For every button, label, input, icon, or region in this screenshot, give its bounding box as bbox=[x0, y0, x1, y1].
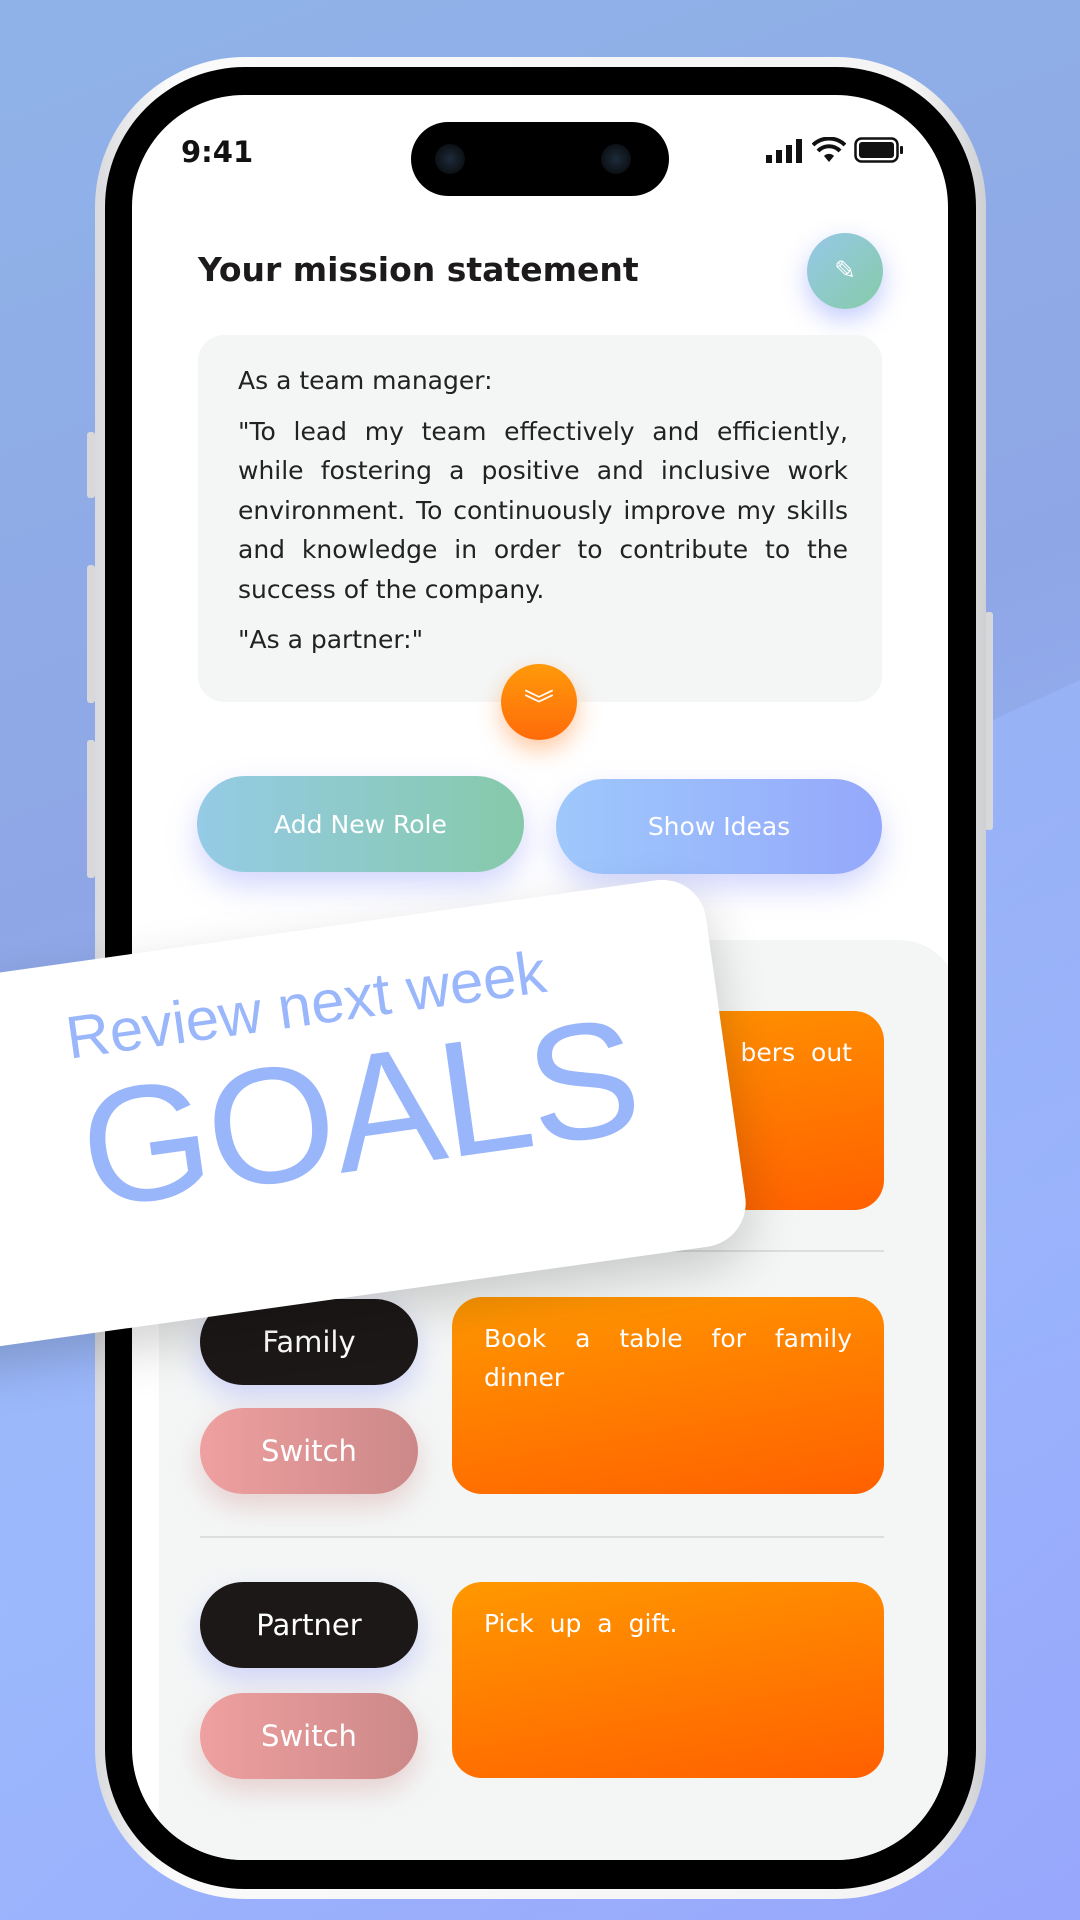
add-new-role-button[interactable]: Add New Role bbox=[197, 776, 524, 872]
switch-button[interactable]: Switch bbox=[200, 1693, 418, 1779]
mission-text: "To lead my team effectively and efficie… bbox=[238, 416, 848, 604]
task-text: Pick up a gift. bbox=[484, 1609, 678, 1638]
signal-icon bbox=[766, 139, 802, 163]
mission-statement-card[interactable]: As a team manager: "To lead my team effe… bbox=[198, 335, 882, 702]
status-icons bbox=[766, 137, 904, 163]
sensor-icon bbox=[601, 144, 631, 174]
task-text: bers out bbox=[740, 1038, 852, 1067]
edit-button[interactable]: ✎ bbox=[807, 233, 883, 309]
task-card[interactable]: Book a table for family dinner bbox=[452, 1297, 884, 1494]
mission-text: "As a partner:" bbox=[238, 625, 424, 654]
power-button bbox=[985, 612, 993, 830]
volume-down-button bbox=[87, 740, 95, 878]
mission-text: As a team manager: bbox=[238, 366, 493, 395]
show-ideas-button[interactable]: Show Ideas bbox=[556, 779, 882, 874]
wifi-icon bbox=[812, 137, 846, 162]
battery-icon bbox=[854, 137, 903, 163]
task-text: Book a table for family dinner bbox=[484, 1324, 852, 1392]
switch-button[interactable]: Switch bbox=[200, 1408, 418, 1494]
page-title: Your mission statement bbox=[198, 250, 639, 289]
expand-button[interactable]: ︾ bbox=[501, 664, 577, 740]
role-partner-button[interactable]: Partner bbox=[200, 1582, 418, 1668]
dynamic-island bbox=[411, 122, 669, 196]
volume-up-button bbox=[87, 565, 95, 703]
task-card[interactable]: Pick up a gift. bbox=[452, 1582, 884, 1778]
camera-icon bbox=[435, 144, 465, 174]
chevron-double-down-icon: ︾ bbox=[524, 688, 554, 723]
pencil-icon: ✎ bbox=[834, 256, 856, 286]
status-time: 9:41 bbox=[181, 135, 254, 169]
divider bbox=[200, 1536, 884, 1538]
mute-switch bbox=[87, 432, 95, 498]
